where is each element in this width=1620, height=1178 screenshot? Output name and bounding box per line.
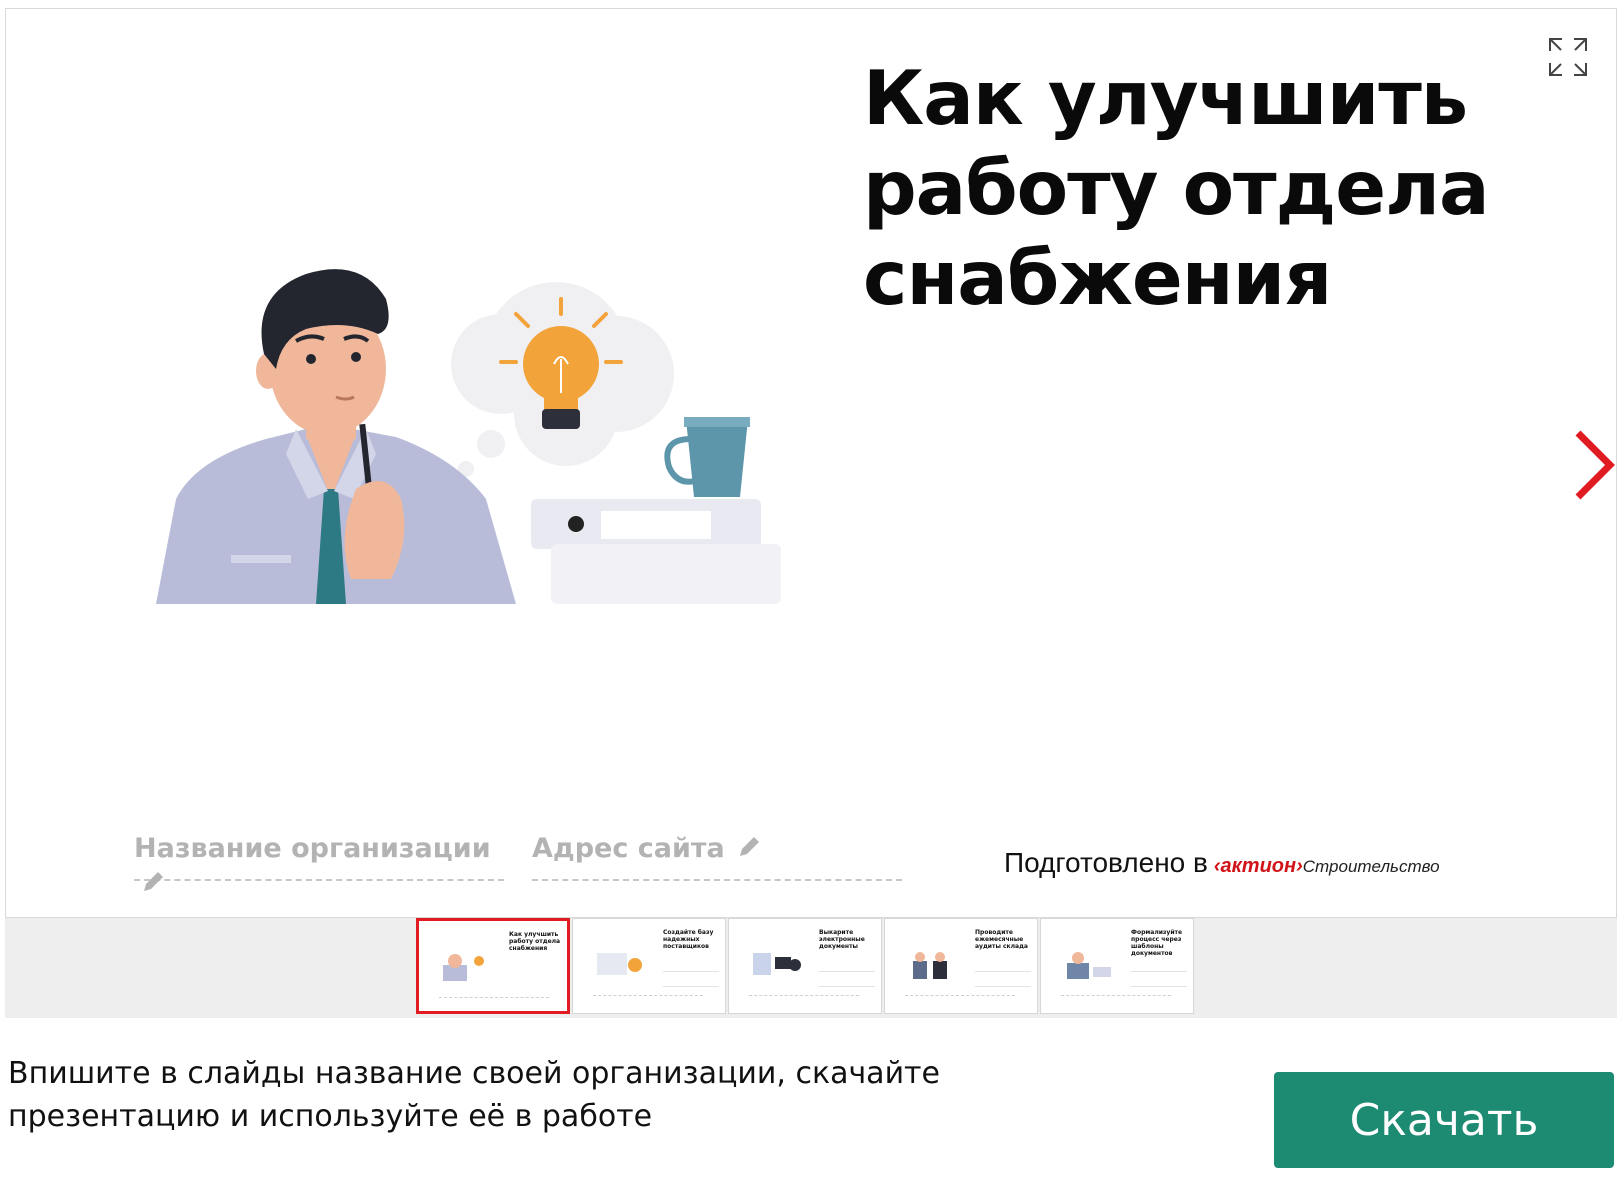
organization-name-field[interactable]: Название организации (134, 829, 504, 891)
slide-title-line: Как улучшить (863, 54, 1468, 142)
slide-thumbnail[interactable]: Создайте базу надежных поставщиков (572, 918, 726, 1014)
slide-thumbnail[interactable]: Формализуйте процесс через шаблоны докум… (1040, 918, 1194, 1014)
expand-arrows-icon (1549, 38, 1587, 76)
thumbnail-illustration (597, 953, 642, 975)
thumbnail-illustration (1067, 952, 1111, 979)
slide-title: Как улучшить работу отдела снабжения (863, 53, 1563, 323)
slide-thumbnail[interactable]: Проводите ежемесячные аудиты склада (884, 918, 1038, 1014)
thumbnail-strip: Как улучшить работу отдела снабжения Соз… (5, 918, 1617, 1018)
instructions-line: Впишите в слайды название своей организа… (8, 1056, 940, 1091)
pencil-icon (739, 837, 759, 856)
thumbnail-title: Как улучшить работу отдела снабжения (509, 931, 561, 952)
thumbnail-footer-line (1061, 995, 1171, 998)
thumbnail-title: Выкарите электронные документы (819, 929, 865, 950)
instructions-line: презентацию и используйте её в работе (8, 1099, 653, 1134)
download-button[interactable]: Скачать (1274, 1072, 1614, 1168)
aktion-logo: ‹актион› (1213, 855, 1303, 877)
thumbnail-body-text (663, 971, 719, 987)
site-address-placeholder: Адрес сайта (532, 833, 725, 864)
slide-thumbnail[interactable]: Выкарите электронные документы (728, 918, 882, 1014)
next-slide-button[interactable] (1572, 427, 1616, 503)
pencil-icon (144, 872, 163, 891)
thumbnail-footer-line (439, 997, 549, 1000)
thumbnail-illustration (443, 954, 484, 981)
thumbnail-illustration (753, 953, 801, 975)
slide-title-line: снабжения (863, 234, 1332, 322)
thumbnail-footer-line (593, 995, 703, 998)
thumbnail-footer-line (905, 995, 1015, 998)
prepared-by: Подготовлено в ‹актион›Строительство (1004, 847, 1440, 879)
thumbnail-illustration (913, 952, 947, 979)
thumbnail-footer-line (749, 995, 859, 998)
presentation-viewer: Как улучшить работу отдела снабжения Наз… (5, 8, 1617, 1018)
thumbnail-title: Проводите ежемесячные аудиты склада (975, 929, 1028, 950)
thumbnail-body-text (819, 971, 875, 987)
prepared-by-text: Подготовлено в (1004, 847, 1208, 878)
fullscreen-button[interactable] (1546, 35, 1590, 79)
thumbnail-title: Создайте базу надежных поставщиков (663, 929, 714, 950)
thumbnail-body-text (1131, 971, 1187, 987)
slide-title-line: работу отдела (863, 144, 1490, 232)
thumbnail-body-text (975, 971, 1031, 987)
aktion-logo-subtitle: Строительство (1302, 857, 1440, 876)
slide: Как улучшить работу отдела снабжения Наз… (5, 8, 1617, 918)
thinking-man-illustration (156, 269, 781, 604)
slide-thumbnail[interactable]: Как улучшить работу отдела снабжения (416, 918, 570, 1014)
thumbnail-title: Формализуйте процесс через шаблоны докум… (1131, 929, 1183, 957)
instructions-text: Впишите в слайды название своей организа… (8, 1052, 1008, 1138)
organization-name-placeholder: Название организации (134, 833, 491, 864)
site-address-field[interactable]: Адрес сайта (532, 829, 902, 881)
chevron-right-icon (1575, 430, 1615, 500)
